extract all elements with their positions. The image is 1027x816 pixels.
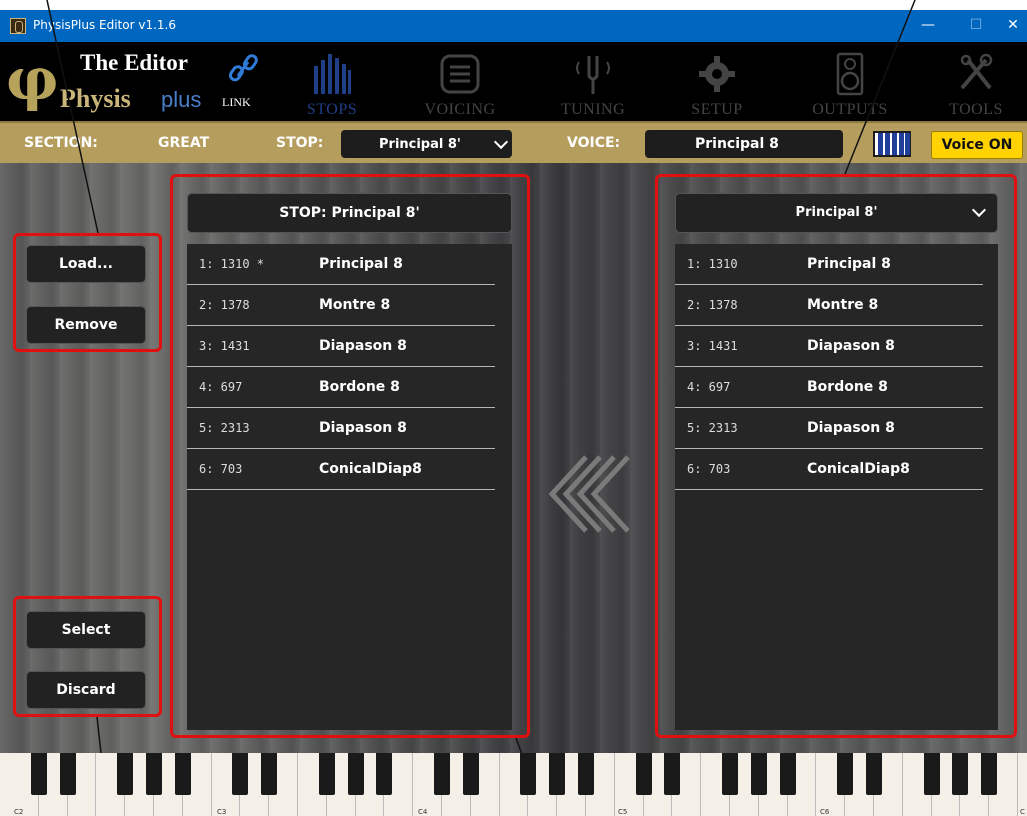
tab-stops[interactable]: STOPS: [292, 42, 372, 121]
black-key[interactable]: [664, 753, 681, 795]
stop-dropdown[interactable]: Principal 8': [341, 130, 512, 158]
octave-label: C5: [618, 808, 628, 816]
black-key[interactable]: [866, 753, 882, 795]
black-key[interactable]: [146, 753, 162, 795]
black-key[interactable]: [635, 753, 652, 795]
annotation-box-select-discard: [13, 596, 162, 717]
tab-voicing[interactable]: VOICING: [412, 42, 508, 121]
black-key[interactable]: [520, 753, 537, 795]
octave-label: C6: [820, 808, 830, 816]
black-key[interactable]: [232, 753, 249, 795]
app-icon: [10, 18, 26, 34]
white-key[interactable]: [1018, 753, 1027, 816]
list-icon: [440, 54, 480, 94]
organ-pipes-icon: [314, 54, 351, 94]
octave-label: C3: [217, 808, 227, 816]
voice-on-button[interactable]: Voice ON: [931, 131, 1023, 159]
maximize-button[interactable]: ☐: [958, 10, 994, 42]
tab-setup[interactable]: SETUP: [682, 42, 752, 121]
gear-icon: [699, 56, 735, 92]
black-key[interactable]: [722, 753, 738, 795]
tab-label: TOOLS: [949, 101, 1003, 118]
speaker-icon: [836, 52, 864, 96]
annotation-box-library-panel: [655, 174, 1017, 738]
tab-tuning[interactable]: TUNING: [548, 42, 638, 121]
logo-phi: φ: [6, 45, 59, 113]
octave-label: C4: [418, 808, 428, 816]
octave-label: C2: [14, 808, 24, 816]
link-icon[interactable]: [226, 54, 260, 84]
window-titlebar[interactable]: PhysisPlus Editor v1.1.6 — ☐ ✕: [0, 10, 1027, 42]
black-key[interactable]: [376, 753, 393, 795]
tab-label: OUTPUTS: [812, 101, 888, 118]
tab-label: TUNING: [560, 101, 626, 118]
app-header: φ The Editor Physis plus LINK STOPS VOIC…: [0, 42, 1027, 121]
voice-name-value: Principal 8: [695, 136, 779, 152]
octave-label: C: [1020, 808, 1025, 816]
minimize-button[interactable]: —: [910, 10, 946, 42]
tab-label: SETUP: [691, 101, 743, 118]
black-key[interactable]: [174, 753, 191, 795]
logo-plus-text: plus: [161, 87, 202, 112]
black-key[interactable]: [549, 753, 566, 795]
black-key[interactable]: [981, 753, 998, 795]
annotation-strip: [0, 0, 1027, 10]
section-value: GREAT: [158, 135, 210, 151]
black-key[interactable]: [837, 753, 854, 795]
black-key[interactable]: [779, 753, 796, 795]
tab-label: STOPS: [306, 101, 358, 118]
tools-icon: [960, 53, 993, 90]
voice-name-field[interactable]: Principal 8: [645, 130, 843, 158]
tab-tools[interactable]: TOOLS: [936, 42, 1016, 121]
black-key[interactable]: [347, 753, 364, 795]
stop-dropdown-value: Principal 8': [379, 137, 461, 152]
section-bar: SECTION: GREAT STOP: Principal 8' VOICE:…: [0, 121, 1027, 163]
tab-label: VOICING: [424, 101, 496, 118]
transfer-arrows-icon: [548, 455, 630, 533]
tuning-fork-icon: [576, 56, 610, 94]
annotation-box-load-remove: [13, 233, 162, 352]
logo-physis-text: Physis: [60, 84, 131, 113]
stop-label: STOP:: [276, 135, 324, 151]
black-key[interactable]: [261, 753, 278, 795]
black-key[interactable]: [30, 753, 47, 795]
black-key[interactable]: [318, 753, 335, 795]
window-title: PhysisPlus Editor v1.1.6: [33, 18, 176, 32]
tab-outputs[interactable]: OUTPUTS: [805, 42, 895, 121]
annotation-box-stop-panel: [170, 174, 530, 738]
black-key[interactable]: [923, 753, 940, 795]
black-key[interactable]: [462, 753, 479, 795]
black-key[interactable]: [59, 753, 76, 795]
black-key[interactable]: [578, 753, 594, 795]
chevron-down-icon: [493, 134, 509, 150]
black-key[interactable]: [952, 753, 969, 795]
section-label: SECTION:: [24, 135, 98, 151]
link-label: LINK: [222, 95, 251, 109]
voice-label: VOICE:: [567, 135, 621, 151]
close-button[interactable]: ✕: [995, 10, 1027, 42]
black-key[interactable]: [434, 753, 450, 795]
keyboard-icon[interactable]: [873, 131, 911, 157]
black-key[interactable]: [117, 753, 134, 795]
logo-editor-text: The Editor: [80, 50, 188, 75]
black-key[interactable]: [750, 753, 767, 795]
